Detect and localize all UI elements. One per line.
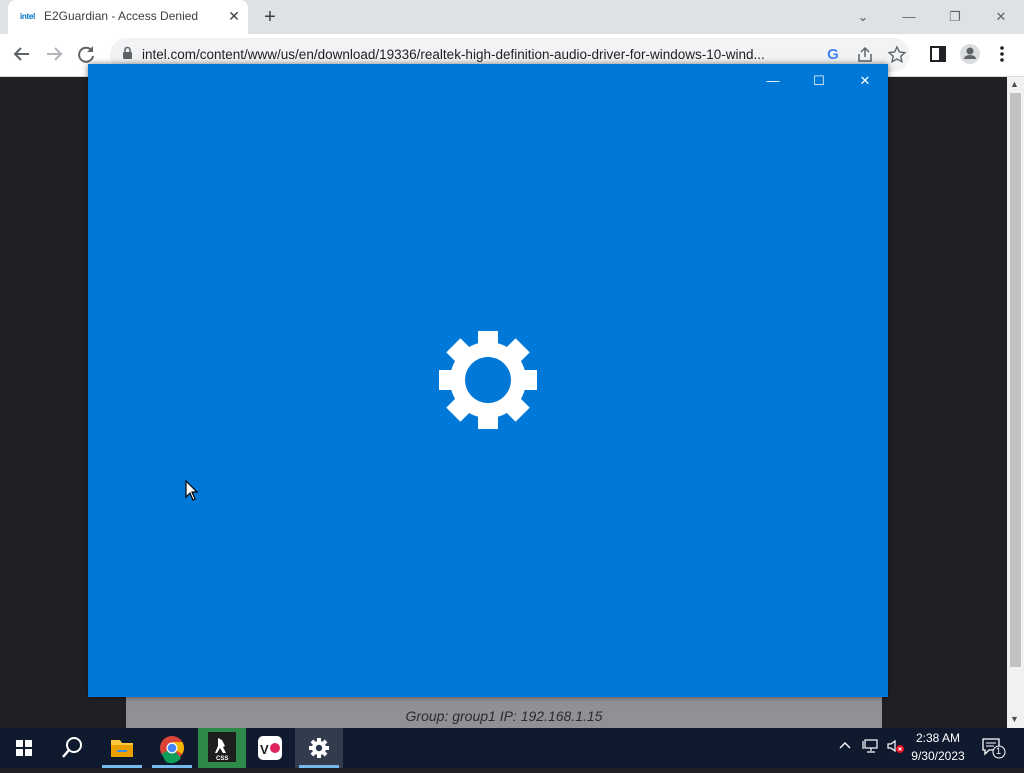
taskbar: CSS V 2:38 AM 9/30/2023 1 (0, 728, 1024, 768)
scroll-down-icon[interactable]: ▼ (1010, 714, 1019, 724)
notification-count: 1 (996, 746, 1002, 756)
splash-maximize-button[interactable]: ☐ (796, 70, 842, 92)
minimize-button[interactable]: — (886, 4, 932, 30)
tab-e2guardian[interactable]: intel E2Guardian - Access Denied ✕ (8, 0, 248, 34)
tab-close-icon[interactable]: ✕ (224, 6, 244, 26)
chrome-icon[interactable] (148, 728, 196, 768)
tab-search-button[interactable]: ⌄ (840, 4, 886, 30)
profile-icon[interactable] (956, 40, 984, 68)
css-game-icon[interactable]: CSS (198, 728, 246, 768)
css-label: CSS (216, 756, 229, 762)
new-tab-button[interactable]: + (258, 5, 282, 29)
forward-icon[interactable] (40, 40, 68, 68)
group-ip-text: Group: group1 IP: 192.168.1.15 (405, 708, 603, 724)
scroll-thumb[interactable] (1010, 93, 1021, 667)
menu-icon[interactable] (988, 40, 1016, 68)
search-icon[interactable] (48, 728, 96, 768)
back-icon[interactable] (8, 40, 36, 68)
page-scrollbar[interactable]: ▲ ▼ (1007, 77, 1024, 728)
side-panel-icon[interactable] (924, 40, 952, 68)
v8-app-icon[interactable]: V (246, 728, 294, 768)
clock-time[interactable]: 2:38 AM (900, 731, 976, 745)
scroll-up-icon[interactable]: ▲ (1010, 79, 1019, 89)
splash-close-button[interactable]: ✕ (842, 70, 888, 92)
tray-overflow-icon[interactable] (838, 738, 852, 755)
start-icon[interactable] (0, 728, 48, 768)
settings-gear-icon (438, 330, 538, 430)
settings-icon[interactable] (295, 728, 343, 768)
network-icon[interactable] (862, 738, 880, 757)
close-window-button[interactable]: ✕ (978, 4, 1024, 30)
intel-favicon-icon: intel (20, 12, 35, 21)
notification-center-icon[interactable]: 1 (980, 736, 1008, 760)
star-icon[interactable] (886, 44, 908, 66)
mouse-cursor-icon (185, 479, 199, 502)
tab-strip: intel E2Guardian - Access Denied ✕ + ⌄ —… (0, 0, 1024, 34)
share-icon[interactable] (854, 44, 876, 66)
splash-minimize-button[interactable]: — (750, 70, 796, 92)
file-explorer-icon[interactable] (98, 728, 146, 768)
settings-splash-window: — ☐ ✕ (88, 64, 888, 697)
clock-date[interactable]: 9/30/2023 (900, 749, 976, 763)
tab-title: E2Guardian - Access Denied (44, 9, 199, 23)
restore-button[interactable]: ❐ (932, 4, 978, 30)
google-icon[interactable]: G (822, 44, 844, 66)
lock-icon[interactable] (122, 46, 133, 60)
url-text[interactable]: intel.com/content/www/us/en/download/193… (142, 47, 792, 62)
svg-text:V: V (260, 742, 269, 757)
